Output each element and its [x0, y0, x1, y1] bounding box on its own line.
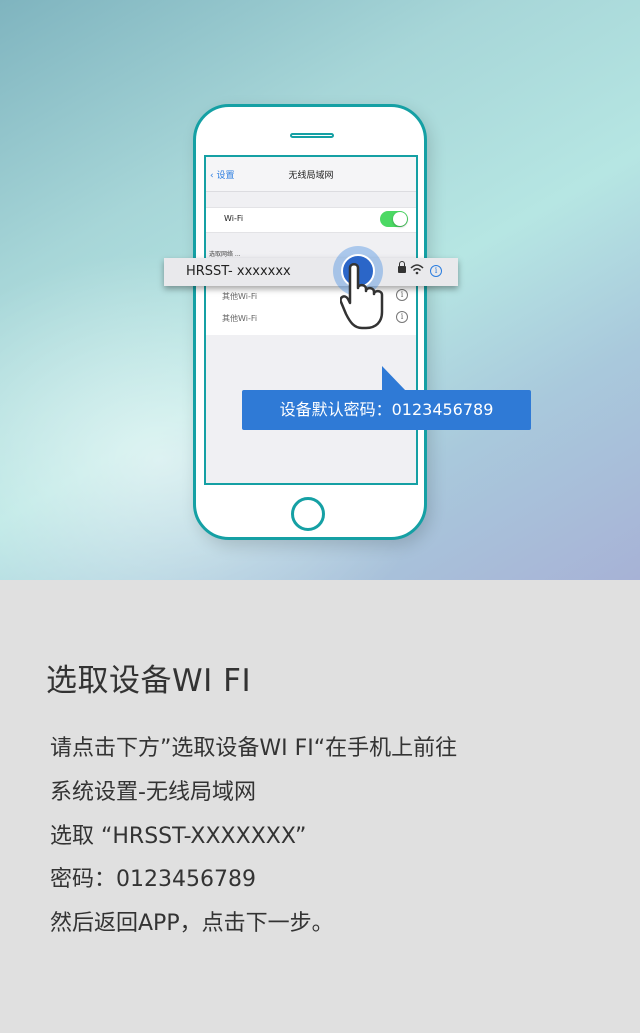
section-title: 选取设备WI FI [46, 663, 252, 699]
instruction-line: 系统设置-无线局域网 [50, 780, 256, 805]
default-password-tooltip: 设备默认密码：0123456789 [242, 390, 531, 430]
wifi-toggle[interactable] [380, 211, 408, 227]
illustration-area: ‹ 设置 无线局域网 Wi-Fi 选取网络 ... 其他Wi-Fi i 其他Wi… [0, 0, 640, 580]
settings-nav-bar: ‹ 设置 无线局域网 [206, 157, 416, 192]
wifi-signal-icon [410, 264, 424, 275]
home-button [291, 497, 325, 531]
network-item[interactable]: 其他Wi-Fi [222, 313, 257, 324]
pointing-hand-icon [340, 263, 384, 330]
instruction-line: 请点击下方”选取设备WI FI“在手机上前往 [50, 736, 458, 761]
network-item[interactable]: 其他Wi-Fi [222, 291, 257, 302]
instruction-line: 然后返回APP，点击下一步。 [50, 911, 334, 936]
nav-title: 无线局域网 [288, 171, 334, 181]
networks-header: 选取网络 ... [209, 251, 241, 258]
info-icon[interactable]: i [430, 265, 442, 277]
highlighted-network-row[interactable]: HRSST- xxxxxxx i [164, 258, 458, 286]
instruction-line: 选取 “HRSST-XXXXXXX” [50, 824, 307, 849]
phone-speaker [290, 133, 334, 138]
toggle-knob [393, 212, 407, 226]
instruction-line: 密码：0123456789 [50, 867, 256, 892]
network-ssid: HRSST- xxxxxxx [186, 264, 291, 279]
tooltip-pointer [382, 366, 406, 391]
wifi-toggle-row: Wi-Fi [206, 207, 416, 233]
wifi-label: Wi-Fi [224, 214, 244, 223]
